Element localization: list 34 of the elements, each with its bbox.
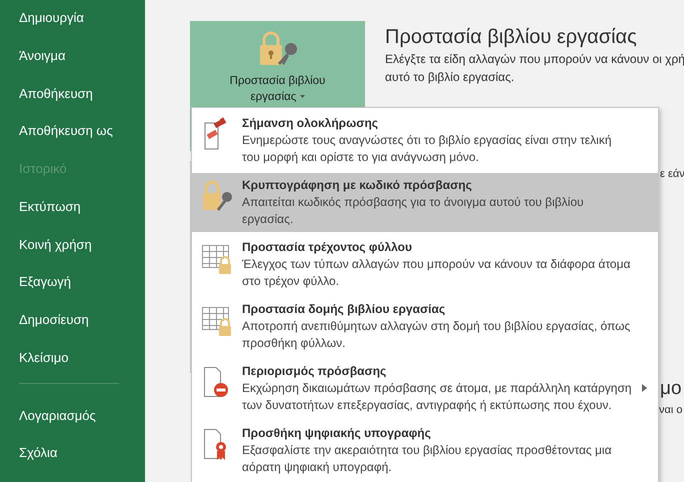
- sidebar-item[interactable]: Κοινή χρήση: [0, 236, 145, 274]
- menu-item-title: Προστασία δομής βιβλίου εργασίας: [242, 301, 446, 318]
- sidebar-item[interactable]: Λογαριασμός: [0, 406, 145, 444]
- menu-item[interactable]: Κρυπτογράφηση με κωδικό πρόσβασης Απαιτείται κωδικός πρόσβασης για το άνοιγμα αυτού του βιβλίου εργασίας.: [192, 173, 658, 232]
- sidebar-item[interactable]: Κλείσιμο: [0, 348, 145, 386]
- sidebar-item[interactable]: Άνοιγμα: [0, 46, 145, 84]
- section-description: αυτό το βιβλίο εργασίας.: [385, 69, 516, 86]
- section-title: Προστασία βιβλίου εργασίας: [385, 25, 638, 50]
- menu-item[interactable]: Προστασία τρέχοντος φύλλου Έλεγχος των τύπων αλλαγών που μπορούν να κάνουν τα διάφορα άτομα στο τρέχον φύλλο.: [192, 235, 658, 294]
- menu-item[interactable]: Προσθήκη ψηφιακής υπογραφής Εξασφαλίστε την ακεραιότητα του βιβλίου εργασίας προσθέτοντας μια αόρατη ψηφιακή υπογραφή.: [192, 421, 658, 480]
- sidebar-item[interactable]: Αποθήκευση: [0, 84, 145, 122]
- lock-key-icon: [200, 179, 234, 213]
- sidebar-item[interactable]: Δημιουργία: [0, 9, 145, 47]
- menu-item-description: Αποτροπή ανεπιθύμητων αλλαγών στη δομή του βιβλίου εργασίας, όπως προσθήκη φύλλων.: [242, 318, 632, 352]
- sidebar-item[interactable]: Δημοσίευση: [0, 311, 145, 349]
- background-text: ναι ο: [659, 404, 682, 416]
- menu-item[interactable]: Περιορισμός πρόσβασης Εκχώρηση δικαιωμάτων πρόσβασης σε άτομα, με παράλληλη κατάργηση των δυνατοτήτων επεξεργασίας, αντιγραφής ή εκτύπωσης που έχουν.: [192, 359, 658, 418]
- menu-item-description: Απαιτείται κωδικός πρόσβασης για το άνοιγμα αυτού του βιβλίου εργασίας.: [242, 194, 585, 228]
- sidebar-item[interactable]: Αποθήκευση ως: [0, 122, 145, 160]
- caret-icon: [300, 95, 305, 98]
- sidebar-item[interactable]: Σχόλια: [0, 444, 145, 482]
- background-text: ε εάν: [660, 168, 684, 180]
- menu-item-title: Κρυπτογράφηση με κωδικό πρόσβασης: [242, 177, 473, 194]
- background-heading: μο: [660, 378, 682, 400]
- section-description: Ελέγξτε τα είδη αλλαγών που μπορούν να κάνουν οι χρή: [385, 51, 684, 68]
- sidebar-item[interactable]: Εξαγωγή: [0, 273, 145, 311]
- menu-item-title: Περιορισμός πρόσβασης: [242, 363, 388, 380]
- menu-item-description: Έλεγχος των τύπων αλλαγών που μπορούν να κάνουν τα διάφορα άτομα στο τρέχον φύλλο.: [242, 256, 632, 290]
- menu-item-description: Εκχώρηση δικαιωμάτων πρόσβασης σε άτομα, με παράλληλη κατάργηση των δυνατοτήτων επεξεργασίας, αντιγραφής ή εκτύπωσης που έχουν.: [242, 380, 632, 414]
- menu-item-title: Προστασία τρέχοντος φύλλου: [242, 239, 413, 256]
- menu-item[interactable]: Προστασία δομής βιβλίου εργασίας Αποτροπή ανεπιθύμητων αλλαγών στη δομή του βιβλίου εργασίας, όπως προσθήκη φύλλων.: [192, 297, 658, 356]
- sidebar-item[interactable]: Εκτύπωση: [0, 198, 145, 236]
- menu-item-title: Προσθήκη ψηφιακής υπογραφής: [242, 425, 432, 442]
- menu-item-description: Εξασφαλίστε την ακεραιότητα του βιβλίου εργασίας προσθέτοντας μια αόρατη ψηφιακή υπογραφή.: [242, 442, 613, 476]
